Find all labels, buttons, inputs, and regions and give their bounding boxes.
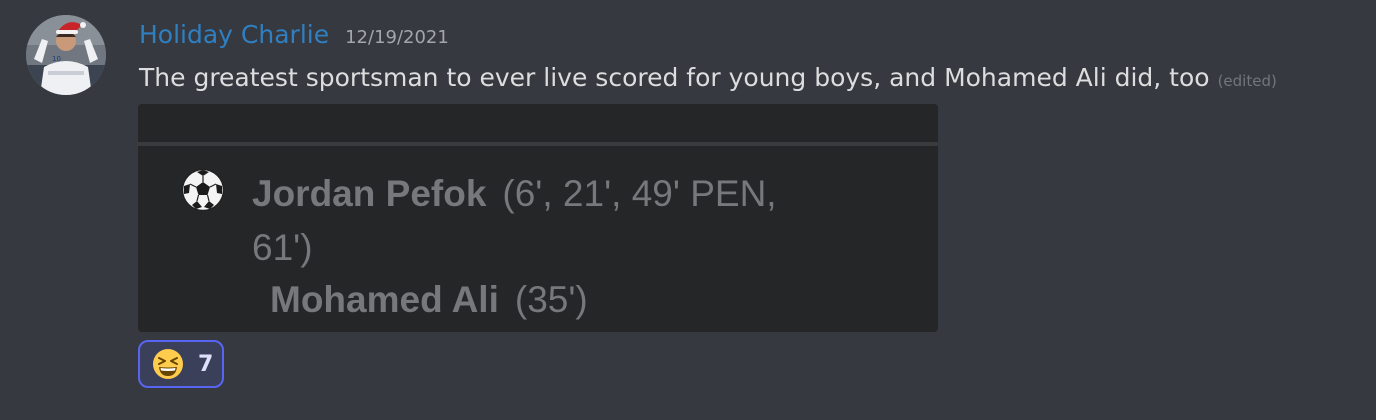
scorer-minutes: (35') <box>514 279 588 320</box>
message-text: The greatest sportsman to ever live scor… <box>139 63 1210 92</box>
reaction-count: 7 <box>198 351 214 377</box>
scorer-row: Jordan Pefok (6', 21', 49' PEN, <box>252 172 777 216</box>
message-content: The greatest sportsman to ever live scor… <box>139 58 1277 98</box>
soccer-ball-icon <box>181 168 225 212</box>
chat-message: 10 Holiday Charlie 12/19/2021 The greate… <box>0 0 1376 420</box>
attachment-divider <box>138 142 938 146</box>
edited-label: (edited) <box>1217 72 1277 90</box>
scorer-name: Mohamed Ali <box>270 279 499 320</box>
reaction-button[interactable]: 7 <box>138 340 224 388</box>
grinning-squinting-face-icon <box>153 349 183 379</box>
timestamp: 12/19/2021 <box>345 27 449 48</box>
avatar-image: 10 <box>26 15 106 95</box>
scorer-row: Mohamed Ali (35') <box>270 278 588 322</box>
image-attachment[interactable]: Jordan Pefok (6', 21', 49' PEN, 61') Moha… <box>138 104 938 332</box>
scorer-name: Jordan Pefok <box>252 173 487 214</box>
avatar[interactable]: 10 <box>26 15 106 95</box>
scorer-minutes: (6', 21', 49' PEN, <box>502 173 777 214</box>
username[interactable]: Holiday Charlie <box>139 15 329 55</box>
svg-text:10: 10 <box>52 55 61 63</box>
scorer-minutes-continued: 61') <box>252 227 313 268</box>
message-header: Holiday Charlie 12/19/2021 <box>139 15 449 55</box>
